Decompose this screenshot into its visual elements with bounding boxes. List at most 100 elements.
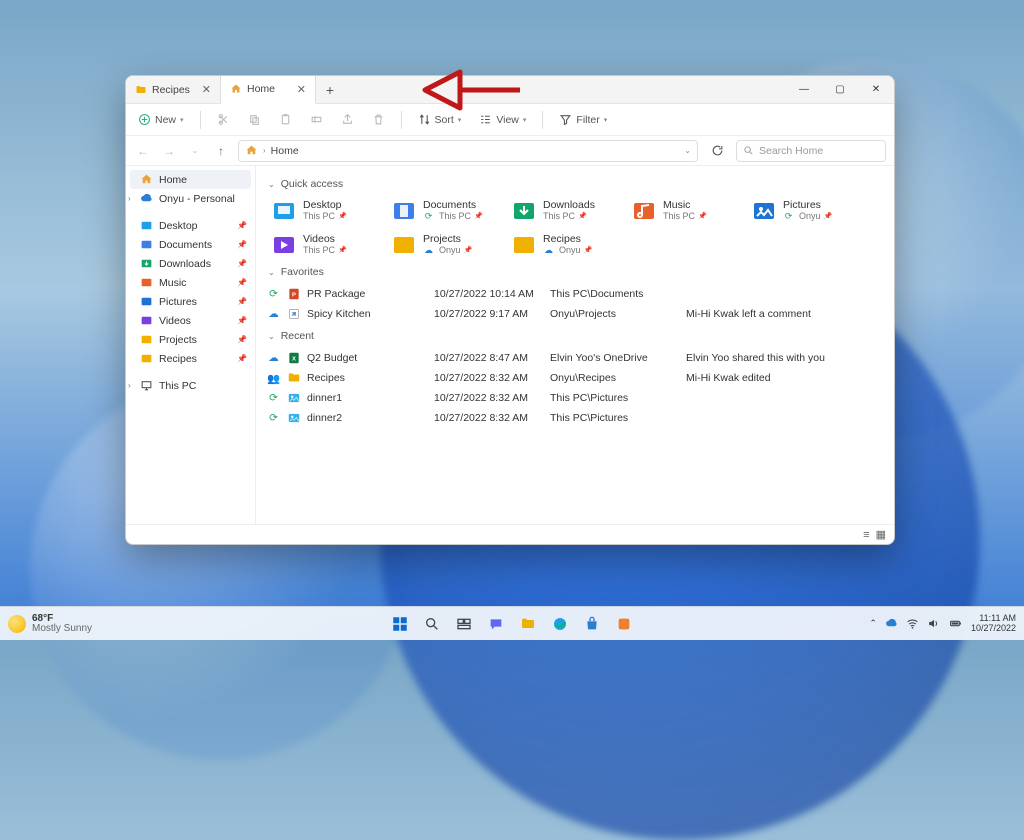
section-quick-access[interactable]: ⌄Quick access xyxy=(268,178,882,190)
section-favorites[interactable]: ⌄Favorites xyxy=(268,266,882,278)
pin-icon: 📌 xyxy=(464,247,473,255)
svg-text:P: P xyxy=(292,292,296,298)
paste-button[interactable] xyxy=(275,111,296,128)
up-button[interactable]: ↑ xyxy=(212,144,230,158)
sidebar-item-music[interactable]: Music📌 xyxy=(126,273,255,292)
sidebar-item-recipes[interactable]: Recipes📌 xyxy=(126,349,255,368)
pin-icon: 📌 xyxy=(237,316,247,325)
quick-access-videos[interactable]: Videos This PC 📌 xyxy=(268,230,388,260)
sort-button[interactable]: Sort▾ xyxy=(414,111,466,128)
sidebar-item-pictures[interactable]: Pictures📌 xyxy=(126,292,255,311)
sidebar-item-desktop[interactable]: Desktop📌 xyxy=(126,216,255,235)
sidebar-item-home[interactable]: Home xyxy=(130,170,251,189)
sidebar-item-this-pc[interactable]: ›This PC xyxy=(126,376,255,395)
search-button[interactable] xyxy=(419,611,445,637)
sidebar-item-projects[interactable]: Projects📌 xyxy=(126,330,255,349)
quick-access-pictures[interactable]: Pictures ⟳Onyu 📌 xyxy=(748,196,868,226)
back-button[interactable]: ← xyxy=(134,144,152,158)
file-date: 10/27/2022 8:32 AM xyxy=(434,392,544,404)
sidebar-item-label: This PC xyxy=(159,380,196,392)
new-button[interactable]: New ▾ xyxy=(134,111,188,128)
status-icon: 👥 xyxy=(268,373,279,384)
task-view-button[interactable] xyxy=(451,611,477,637)
search-input[interactable]: Search Home xyxy=(736,140,886,162)
icons-view-button[interactable]: ▦ xyxy=(876,528,886,541)
copy-button[interactable] xyxy=(244,111,265,128)
quick-access-desktop[interactable]: Desktop This PC 📌 xyxy=(268,196,388,226)
file-explorer-window: Recipes ✕ Home ✕ + ― ▢ ✕ New ▾ xyxy=(125,75,895,545)
sidebar-item-videos[interactable]: Videos📌 xyxy=(126,311,255,330)
file-location: This PC\Pictures xyxy=(550,412,680,424)
status-icon: ⟳ xyxy=(268,289,279,300)
new-tab-button[interactable]: + xyxy=(316,76,344,103)
list-item[interactable]: ⟳ P PR Package 10/27/2022 10:14 AM This … xyxy=(268,284,882,304)
rename-button[interactable] xyxy=(306,111,327,128)
quick-access-music[interactable]: Music This PC 📌 xyxy=(628,196,748,226)
quick-access-downloads[interactable]: Downloads This PC 📌 xyxy=(508,196,628,226)
list-item[interactable]: ☁ Spicy Kitchen 10/27/2022 9:17 AM Onyu\… xyxy=(268,304,882,324)
tab-home[interactable]: Home ✕ xyxy=(221,76,316,104)
breadcrumb-segment[interactable]: Home xyxy=(271,145,299,157)
list-item[interactable]: ⟳ dinner1 10/27/2022 8:32 AM This PC\Pic… xyxy=(268,388,882,408)
status-bar: ≡ ▦ xyxy=(126,524,894,544)
pin-icon: 📌 xyxy=(584,247,593,255)
file-date: 10/27/2022 8:47 AM xyxy=(434,352,544,364)
close-icon[interactable]: ✕ xyxy=(297,83,306,96)
item-label: Recipes xyxy=(543,234,592,246)
maximize-button[interactable]: ▢ xyxy=(822,76,858,103)
item-sublabel: This PC xyxy=(439,212,471,222)
refresh-button[interactable] xyxy=(706,140,728,162)
onedrive-tray-icon[interactable] xyxy=(885,617,898,630)
recent-locations-button[interactable]: ⌄ xyxy=(186,146,204,155)
sidebar-item-onyu-personal[interactable]: ›Onyu - Personal xyxy=(126,189,255,208)
clock[interactable]: 11:11 AM 10/27/2022 xyxy=(971,614,1016,633)
item-label: Projects xyxy=(423,234,472,246)
minimize-button[interactable]: ― xyxy=(786,76,822,103)
sidebar-item-downloads[interactable]: Downloads📌 xyxy=(126,254,255,273)
pin-icon: 📌 xyxy=(338,213,347,221)
item-sublabel: Onyu xyxy=(799,212,821,222)
chat-button[interactable] xyxy=(483,611,509,637)
close-icon[interactable]: ✕ xyxy=(202,83,211,96)
list-item[interactable]: 👥 Recipes 10/27/2022 8:32 AM Onyu\Recipe… xyxy=(268,368,882,388)
item-sublabel: This PC xyxy=(303,246,335,256)
sidebar: Home›Onyu - Personal Desktop📌Documents📌D… xyxy=(126,166,256,524)
filter-button[interactable]: Filter▾ xyxy=(555,111,611,128)
content-pane: ⌄Quick access Desktop This PC 📌 Document… xyxy=(256,166,894,524)
delete-button[interactable] xyxy=(368,111,389,128)
file-icon: X xyxy=(287,351,301,365)
address-bar[interactable]: › Home ⌄ xyxy=(238,140,698,162)
sidebar-item-label: Downloads xyxy=(159,258,211,270)
battery-icon[interactable] xyxy=(948,617,963,630)
status-icon: ⟳ xyxy=(268,393,279,404)
wifi-icon[interactable] xyxy=(906,617,919,630)
sidebar-item-documents[interactable]: Documents📌 xyxy=(126,235,255,254)
chevron-up-icon[interactable]: ⌃ xyxy=(869,618,877,629)
share-button[interactable] xyxy=(337,111,358,128)
list-item[interactable]: ⟳ dinner2 10/27/2022 8:32 AM This PC\Pic… xyxy=(268,408,882,428)
edge-button[interactable] xyxy=(547,611,573,637)
weather-widget[interactable]: 68°F Mostly Sunny xyxy=(8,614,92,634)
close-button[interactable]: ✕ xyxy=(858,76,894,103)
details-view-button[interactable]: ≡ xyxy=(863,529,869,541)
list-item[interactable]: ☁ X Q2 Budget 10/27/2022 8:47 AM Elvin Y… xyxy=(268,348,882,368)
store-button[interactable] xyxy=(579,611,605,637)
tab-recipes[interactable]: Recipes ✕ xyxy=(126,76,221,103)
tab-label: Recipes xyxy=(152,84,190,96)
chevron-down-icon[interactable]: ⌄ xyxy=(684,146,691,155)
volume-icon[interactable] xyxy=(927,617,940,630)
quick-access-recipes[interactable]: Recipes ☁Onyu 📌 xyxy=(508,230,628,260)
section-recent[interactable]: ⌄Recent xyxy=(268,330,882,342)
file-name: Recipes xyxy=(307,372,345,384)
file-location: Onyu\Recipes xyxy=(550,372,680,384)
quick-access-documents[interactable]: Documents ⟳This PC 📌 xyxy=(388,196,508,226)
start-button[interactable] xyxy=(387,611,413,637)
cut-button[interactable] xyxy=(213,111,234,128)
quick-access-projects[interactable]: Projects ☁Onyu 📌 xyxy=(388,230,508,260)
file-icon xyxy=(287,411,301,425)
pinned-app-button[interactable] xyxy=(611,611,637,637)
explorer-button[interactable] xyxy=(515,611,541,637)
forward-button[interactable]: → xyxy=(160,144,178,158)
pin-icon: 📌 xyxy=(237,297,247,306)
view-button[interactable]: View▾ xyxy=(475,111,530,128)
